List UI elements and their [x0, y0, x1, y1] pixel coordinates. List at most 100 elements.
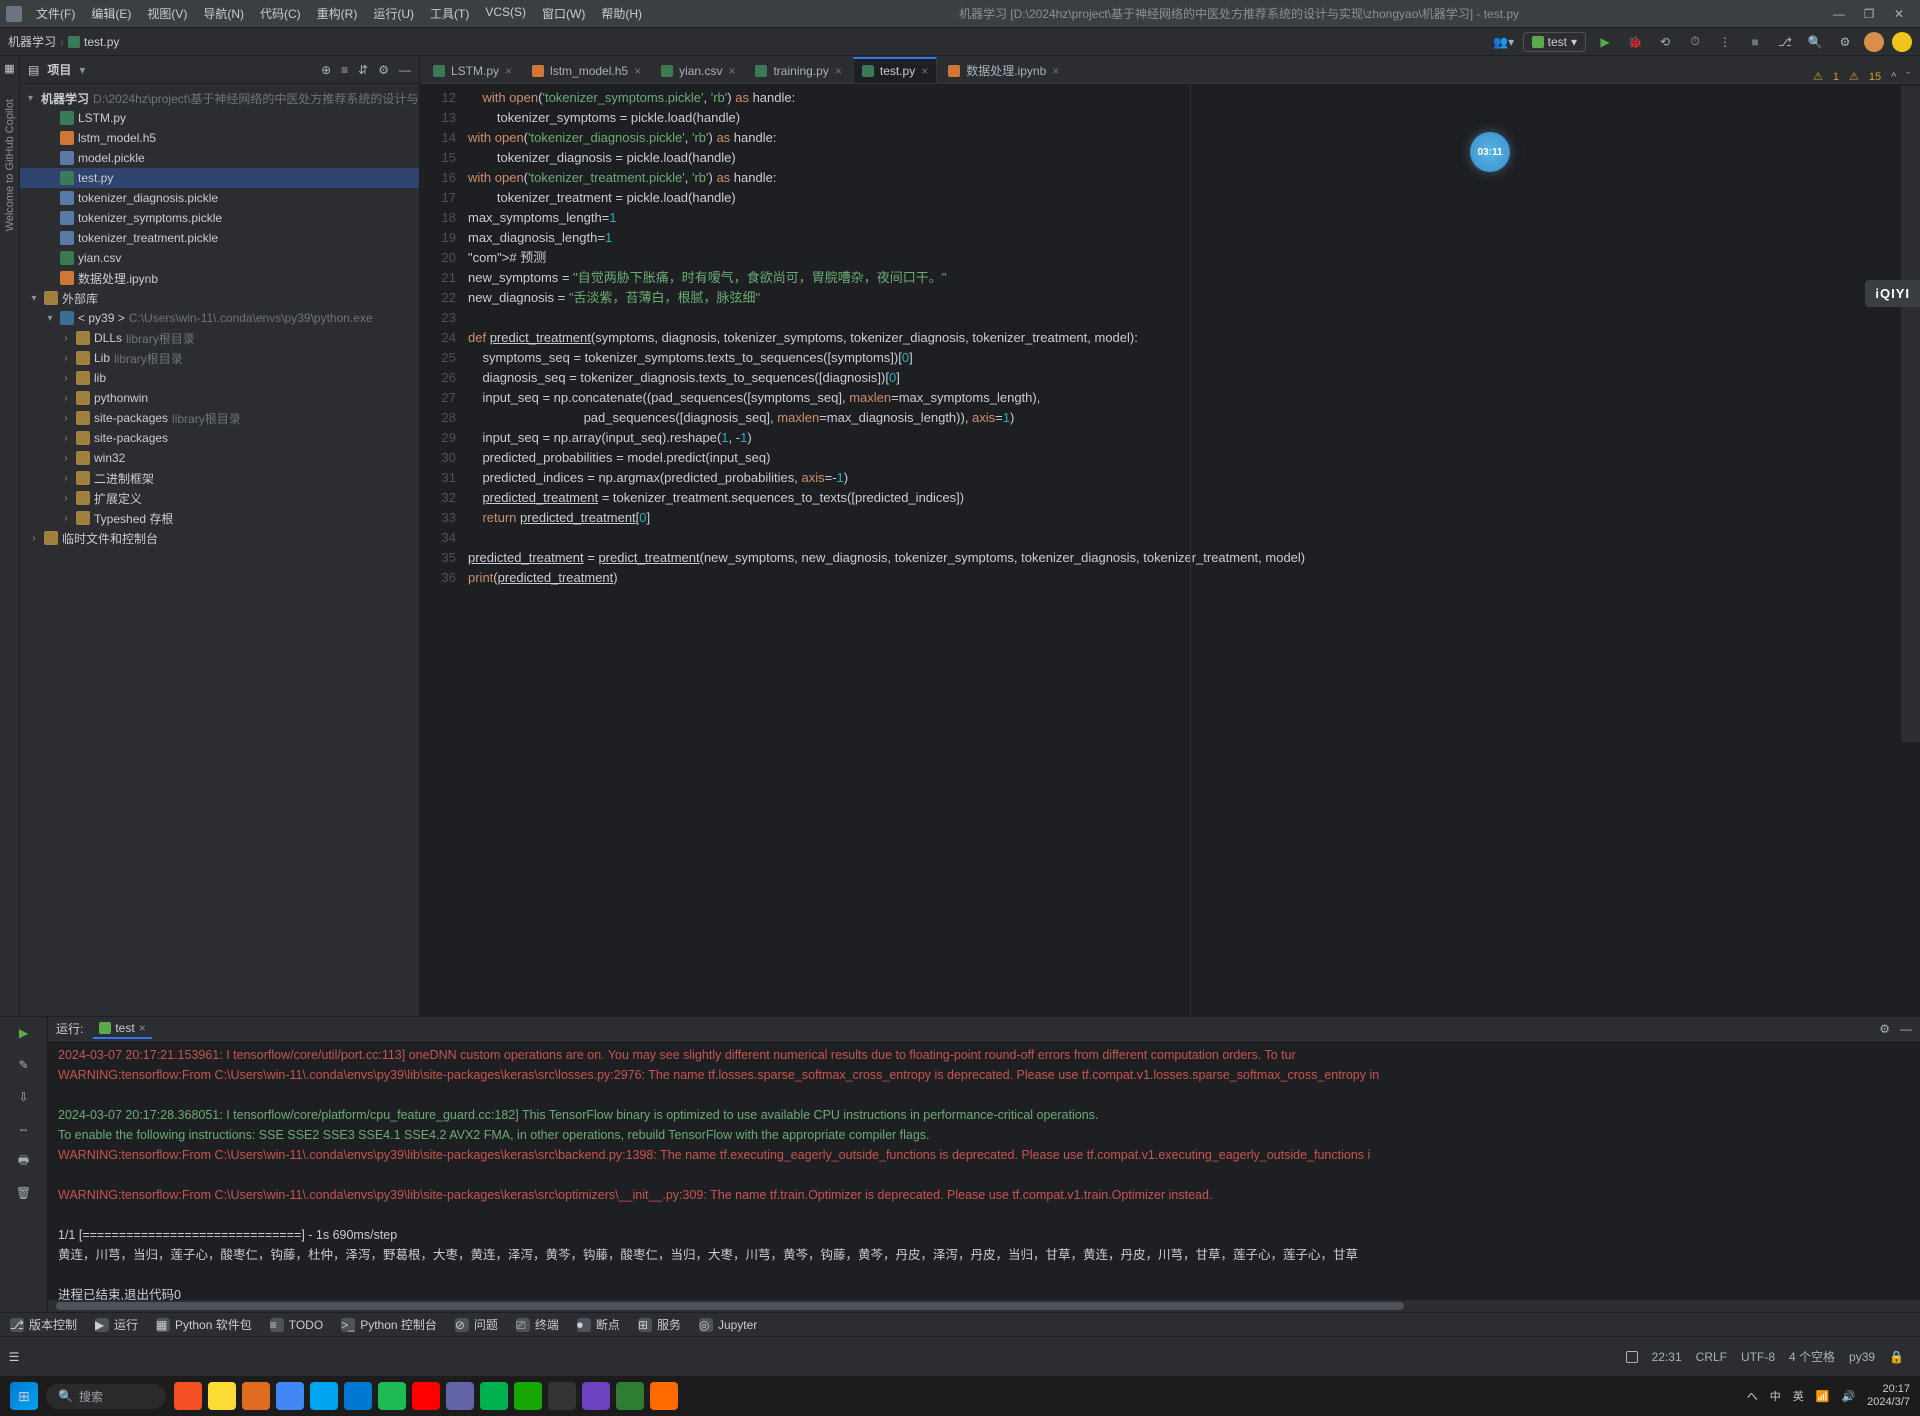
avatar-2[interactable]	[1892, 32, 1912, 52]
close-tab-icon[interactable]: ×	[1052, 64, 1059, 78]
tool-window-button[interactable]: ≡TODO	[270, 1318, 323, 1332]
caret-position[interactable]: 22:31	[1652, 1350, 1682, 1364]
indent-settings[interactable]: 4 个空格	[1789, 1348, 1835, 1365]
console-scrollbar[interactable]	[48, 1300, 1920, 1312]
editor[interactable]: 1213141516171819202122232425262728293031…	[420, 84, 1920, 1016]
users-icon[interactable]: 👥▾	[1493, 31, 1515, 53]
tree-row[interactable]: ›Typeshed 存根	[20, 508, 419, 528]
collapse-icon[interactable]: ⇵	[358, 63, 368, 77]
menu-item[interactable]: 运行(U)	[367, 5, 420, 22]
tree-row[interactable]: test.py	[20, 168, 419, 188]
project-tree[interactable]: ▾机器学习 D:\2024hz\project\基于神经网络的中医处方推荐系统的…	[20, 84, 419, 1016]
tool-window-button[interactable]: ▶运行	[95, 1316, 138, 1333]
menu-item[interactable]: 导航(N)	[197, 5, 250, 22]
tree-row[interactable]: tokenizer_diagnosis.pickle	[20, 188, 419, 208]
run-button[interactable]: ▶	[1594, 31, 1616, 53]
settings-button[interactable]: ⚙	[1834, 31, 1856, 53]
print-button[interactable]: 🖶	[14, 1151, 34, 1171]
locate-icon[interactable]: ⊕	[321, 63, 331, 77]
delete-button[interactable]: 🗑	[14, 1183, 34, 1203]
menu-item[interactable]: 重构(R)	[311, 5, 364, 22]
rerun-button[interactable]: ▶	[14, 1023, 34, 1043]
tree-row[interactable]: tokenizer_symptoms.pickle	[20, 208, 419, 228]
breadcrumb-file[interactable]: test.py	[84, 35, 119, 49]
ime-lang[interactable]: 中	[1770, 1388, 1781, 1404]
lock-icon[interactable]	[1626, 1351, 1638, 1363]
tool-window-button[interactable]: ⎇版本控制	[10, 1316, 77, 1333]
hide-icon[interactable]: —	[399, 63, 411, 77]
tree-row[interactable]: ›二进制框架	[20, 468, 419, 488]
taskbar-app[interactable]	[242, 1382, 270, 1410]
menu-item[interactable]: 视图(V)	[141, 5, 193, 22]
menu-item[interactable]: VCS(S)	[479, 5, 532, 22]
tree-row[interactable]: model.pickle	[20, 148, 419, 168]
scrollbar-thumb[interactable]	[56, 1302, 1404, 1310]
file-encoding[interactable]: UTF-8	[1741, 1350, 1775, 1364]
editor-tab[interactable]: training.py×	[746, 57, 850, 83]
tree-row[interactable]: lstm_model.h5	[20, 128, 419, 148]
tool-window-button[interactable]: >_Python 控制台	[341, 1316, 437, 1333]
tree-row[interactable]: 数据处理.ipynb	[20, 268, 419, 288]
editor-tab[interactable]: test.py×	[853, 57, 937, 83]
close-tab-icon[interactable]: ×	[634, 64, 641, 78]
system-tray[interactable]: へ 中 英 📶 🔊 20:17 2024/3/7	[1747, 1383, 1910, 1409]
tree-row[interactable]: LSTM.py	[20, 108, 419, 128]
expand-icon[interactable]: ≡	[341, 63, 348, 77]
taskbar-app[interactable]	[208, 1382, 236, 1410]
breadcrumb-root[interactable]: 机器学习	[8, 33, 56, 50]
code-content[interactable]: with open('tokenizer_symptoms.pickle', '…	[464, 84, 1920, 1016]
tree-row[interactable]: ›扩展定义	[20, 488, 419, 508]
read-only-icon[interactable]: 🔒	[1889, 1350, 1904, 1364]
tray-expand-icon[interactable]: へ	[1747, 1388, 1758, 1404]
profile-button[interactable]: ⏱	[1684, 31, 1706, 53]
debug-button[interactable]: 🐞	[1624, 31, 1646, 53]
tree-row[interactable]: ›site-packages library根目录	[20, 408, 419, 428]
main-menu[interactable]: 文件(F)编辑(E)视图(V)导航(N)代码(C)重构(R)运行(U)工具(T)…	[30, 5, 648, 22]
close-tab-icon[interactable]: ×	[505, 64, 512, 78]
menu-item[interactable]: 编辑(E)	[85, 5, 137, 22]
menu-item[interactable]: 工具(T)	[424, 5, 475, 22]
run-configuration[interactable]: test ▾	[1523, 32, 1586, 52]
stop-button[interactable]: ■	[1744, 31, 1766, 53]
taskbar-app[interactable]	[616, 1382, 644, 1410]
git-button[interactable]: ⎇	[1774, 31, 1796, 53]
stop-run-button[interactable]: ✎	[14, 1055, 34, 1075]
tree-row[interactable]: ›DLLs library根目录	[20, 328, 419, 348]
tree-row[interactable]: tokenizer_treatment.pickle	[20, 228, 419, 248]
down-stack-button[interactable]: ⇩	[14, 1087, 34, 1107]
line-separator[interactable]: CRLF	[1696, 1350, 1727, 1364]
editor-tab[interactable]: lstm_model.h5×	[523, 57, 650, 83]
run-hide-icon[interactable]: —	[1900, 1022, 1912, 1036]
up-icon[interactable]: ^	[1891, 71, 1896, 83]
inspections-widget[interactable]: ⚠ 1 ⚠ 15 ^ ˇ	[1803, 70, 1920, 83]
tree-row[interactable]: ›win32	[20, 448, 419, 468]
menu-item[interactable]: 窗口(W)	[536, 5, 591, 22]
taskbar-search[interactable]: 🔍 搜索	[46, 1384, 166, 1409]
menu-item[interactable]: 文件(F)	[30, 5, 81, 22]
ime-mode[interactable]: 英	[1793, 1388, 1804, 1404]
tool-window-button[interactable]: ▦Python 软件包	[156, 1316, 252, 1333]
tree-row[interactable]: ▾< py39 > C:\Users\win-11\.conda\envs\py…	[20, 308, 419, 328]
taskbar-app[interactable]	[344, 1382, 372, 1410]
editor-tab[interactable]: LSTM.py×	[424, 57, 521, 83]
tool-window-button[interactable]: ⎚终端	[516, 1316, 559, 1333]
tree-row[interactable]: ›site-packages	[20, 428, 419, 448]
down-icon[interactable]: ˇ	[1906, 71, 1910, 83]
taskbar-app[interactable]	[514, 1382, 542, 1410]
taskbar-app[interactable]	[548, 1382, 576, 1410]
run-tab-test[interactable]: test ×	[93, 1019, 151, 1039]
menu-item[interactable]: 帮助(H)	[595, 5, 648, 22]
maximize-button[interactable]: ❐	[1860, 7, 1878, 21]
dropdown-icon[interactable]: ▾	[79, 63, 85, 77]
status-menu-icon[interactable]: ☰	[6, 1350, 22, 1364]
editor-tabs[interactable]: LSTM.py×lstm_model.h5×yian.csv×training.…	[420, 56, 1920, 84]
taskbar-app[interactable]	[446, 1382, 474, 1410]
taskbar-app[interactable]	[276, 1382, 304, 1410]
tree-row[interactable]: ›lib	[20, 368, 419, 388]
start-button[interactable]: ⊞	[10, 1382, 38, 1410]
clock[interactable]: 20:17 2024/3/7	[1867, 1383, 1910, 1409]
editor-tab[interactable]: 数据处理.ipynb×	[939, 57, 1068, 83]
search-everywhere-button[interactable]: 🔍	[1804, 31, 1826, 53]
taskbar-app[interactable]	[582, 1382, 610, 1410]
taskbar-app[interactable]	[412, 1382, 440, 1410]
